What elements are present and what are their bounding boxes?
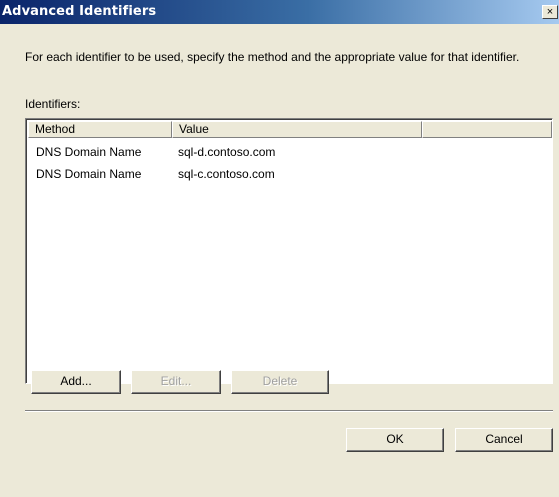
ok-button[interactable]: OK xyxy=(346,428,444,452)
edit-button[interactable]: Edit... xyxy=(131,370,221,394)
column-header-value[interactable]: Value xyxy=(172,121,422,138)
add-button[interactable]: Add... xyxy=(31,370,121,394)
list-item-value: sql-d.contoso.com xyxy=(178,145,276,159)
delete-button[interactable]: Delete xyxy=(231,370,329,394)
list-item-method: DNS Domain Name xyxy=(36,167,142,181)
close-icon[interactable]: × xyxy=(542,5,558,19)
cancel-button[interactable]: Cancel xyxy=(455,428,553,452)
separator xyxy=(25,410,553,412)
identifiers-label: Identifiers: xyxy=(25,97,81,111)
column-header-method[interactable]: Method xyxy=(28,121,172,138)
list-item-value: sql-c.contoso.com xyxy=(178,167,275,181)
title-bar[interactable]: Advanced Identifiers × xyxy=(0,0,559,24)
list-item[interactable]: DNS Domain Name sql-d.contoso.com xyxy=(28,142,422,162)
list-item-method: DNS Domain Name xyxy=(36,145,142,159)
list-header: Method Value xyxy=(28,121,552,138)
description-text: For each identifier to be used, specify … xyxy=(25,50,520,64)
identifiers-list-frame: Method Value DNS Domain Name sql-d.conto… xyxy=(26,119,552,383)
column-header-empty xyxy=(422,121,552,138)
advanced-identifiers-dialog: Advanced Identifiers × For each identifi… xyxy=(0,0,559,497)
window-title: Advanced Identifiers xyxy=(2,4,157,19)
list-item[interactable]: DNS Domain Name sql-c.contoso.com xyxy=(28,164,422,184)
identifiers-list[interactable]: Method Value DNS Domain Name sql-d.conto… xyxy=(25,118,553,384)
